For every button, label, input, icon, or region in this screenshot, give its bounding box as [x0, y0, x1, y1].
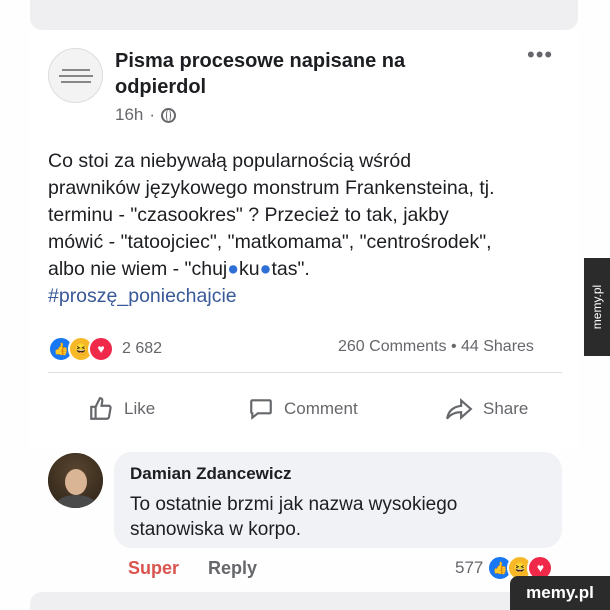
- side-watermark: memy.pl: [584, 258, 610, 356]
- comment-label: Comment: [284, 399, 358, 418]
- share-button[interactable]: Share: [445, 396, 528, 422]
- page-name[interactable]: Pisma procesowe napisane na odpierdol: [115, 48, 445, 100]
- comment-icon: [250, 399, 272, 420]
- post-text-line: terminu - "czasookres" ? Przecież to tak…: [48, 204, 449, 226]
- post-text-segment: ku: [239, 258, 260, 280]
- comment-text: To ostatnie brzmi jak nazwa wysokiego st…: [130, 494, 458, 540]
- comment-reaction-count: 577: [455, 558, 484, 577]
- post-text-segment: albo nie wiem - "chuj: [48, 258, 228, 280]
- post-text-line: prawników językowego monstrum Frankenste…: [48, 177, 495, 199]
- reaction-count[interactable]: 2 682: [122, 340, 162, 358]
- comment-author[interactable]: Damian Zdancewicz: [130, 464, 292, 484]
- post-text-segment: tas".: [271, 258, 310, 280]
- previous-post-edge: [30, 0, 578, 30]
- divider: [48, 372, 562, 373]
- globe-icon: [161, 107, 177, 123]
- post-stats[interactable]: 260 Comments • 44 Shares: [338, 338, 534, 356]
- post-reactions[interactable]: 👍 😆 ♥ 2 682: [48, 336, 162, 362]
- hashtag-link[interactable]: #proszę_poniechajcie: [48, 283, 568, 310]
- post-meta: 16h ·: [115, 105, 177, 125]
- commenter-avatar[interactable]: [48, 453, 103, 508]
- share-arrow-icon: [446, 397, 473, 421]
- post-text-line: Co stoi za niebywałą popularnością wśród: [48, 150, 412, 172]
- like-label: Like: [124, 399, 156, 418]
- thumbs-up-icon: [90, 397, 112, 420]
- meta-separator: ·: [149, 105, 156, 124]
- post-text-line: albo nie wiem - "chuj●ku●tas".: [48, 256, 568, 283]
- censor-blob: ●: [227, 258, 240, 280]
- bottom-watermark: memy.pl: [510, 576, 610, 610]
- comment-button[interactable]: Comment: [248, 396, 358, 422]
- post-text-line: mówić - "tatoojciec", "matkomama", "cent…: [48, 231, 492, 253]
- love-reaction-icon: ♥: [88, 336, 114, 362]
- share-label: Share: [483, 399, 529, 418]
- post-text: Co stoi za niebywałą popularnością wśród…: [48, 148, 568, 310]
- page-avatar[interactable]: [48, 48, 103, 103]
- reply-button[interactable]: Reply: [208, 558, 257, 579]
- more-options-icon[interactable]: •••: [527, 44, 553, 66]
- next-post-edge: [30, 592, 578, 610]
- censor-blob: ●: [259, 258, 272, 280]
- like-button[interactable]: Like: [88, 396, 155, 422]
- super-reaction-button[interactable]: Super: [128, 558, 179, 579]
- post-time[interactable]: 16h: [115, 105, 143, 125]
